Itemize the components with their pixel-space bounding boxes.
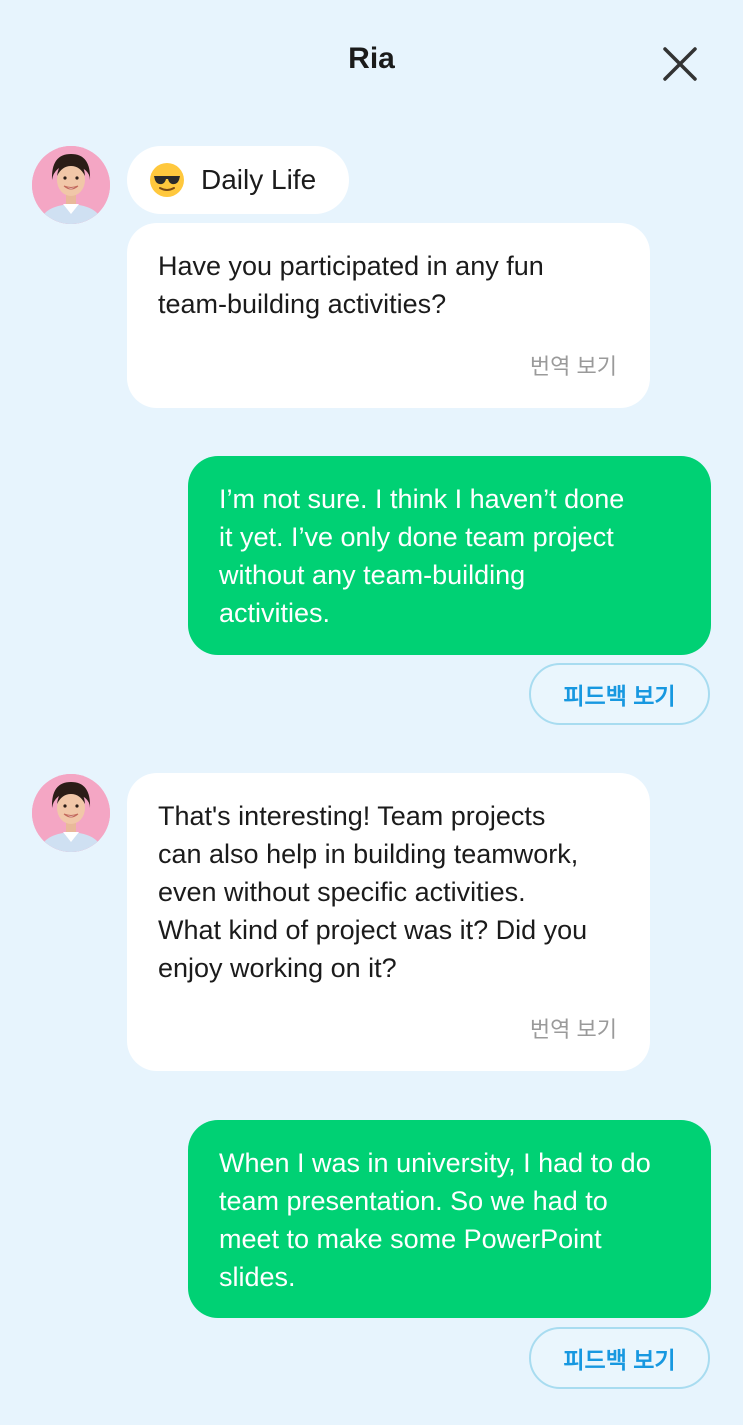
topic-chip: Daily Life — [127, 146, 349, 214]
chat-header: Ria — [0, 0, 743, 125]
avatar-portrait-icon — [32, 146, 110, 224]
feedback-button[interactable]: 피드백 보기 — [529, 1327, 710, 1389]
ria-avatar[interactable] — [32, 146, 110, 224]
avatar-portrait-icon — [32, 774, 110, 852]
bot-message-bubble: Have you participated in any fun team-bu… — [127, 223, 650, 408]
feedback-button[interactable]: 피드백 보기 — [529, 663, 710, 725]
bot-message-bubble: That's interesting! Team projects can al… — [127, 773, 650, 1071]
user-message-text: When I was in university, I had to do te… — [219, 1148, 651, 1292]
bot-message-text: Have you participated in any fun team-bu… — [158, 251, 544, 319]
user-message-text: I’m not sure. I think I haven’t done it … — [219, 484, 625, 628]
user-message-bubble: I’m not sure. I think I haven’t done it … — [188, 456, 711, 655]
ria-avatar[interactable] — [32, 774, 110, 852]
close-button[interactable] — [656, 40, 704, 88]
sunglasses-emoji-icon — [150, 163, 184, 197]
translate-button[interactable]: 번역 보기 — [530, 349, 617, 381]
topic-label: Daily Life — [201, 164, 317, 195]
bot-message-text: That's interesting! Team projects can al… — [158, 801, 588, 983]
translate-button[interactable]: 번역 보기 — [530, 1012, 617, 1044]
chat-partner-name: Ria — [348, 42, 395, 75]
close-icon — [663, 47, 697, 81]
user-message-bubble: When I was in university, I had to do te… — [188, 1120, 711, 1318]
